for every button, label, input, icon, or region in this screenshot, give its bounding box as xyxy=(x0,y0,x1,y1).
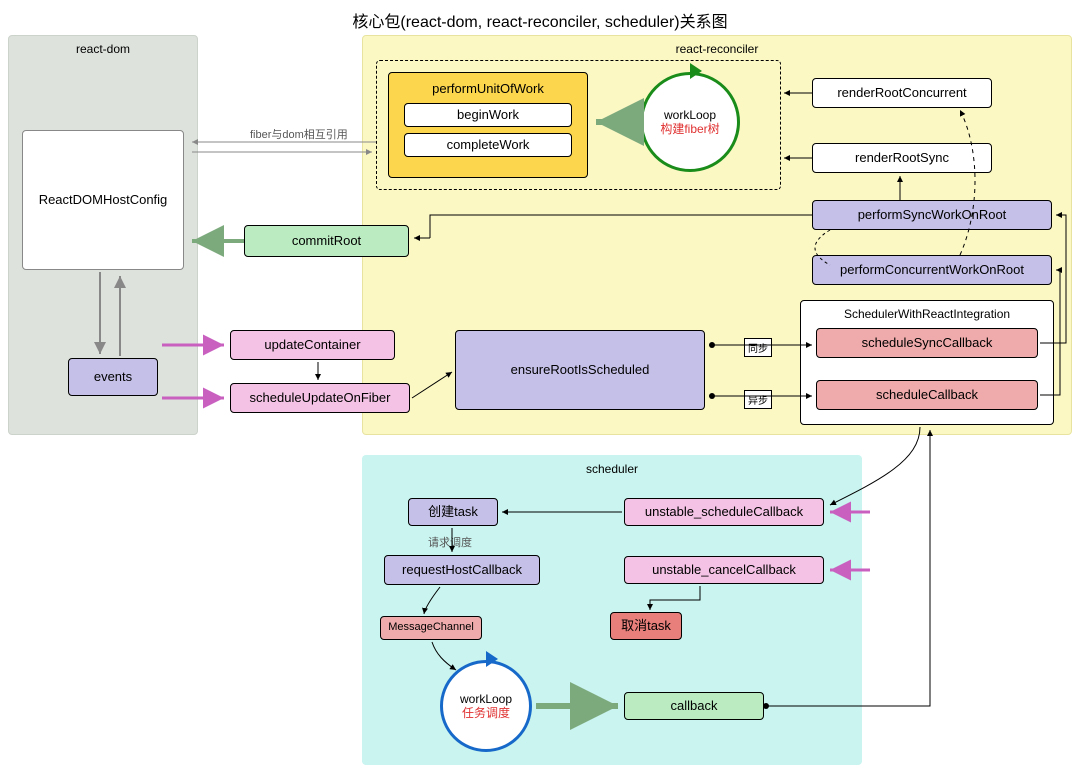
node-complete-work: completeWork xyxy=(404,133,572,157)
label-perform-unit-of-work: performUnitOfWork xyxy=(432,81,544,97)
panel-react-dom-label: react-dom xyxy=(9,42,197,56)
node-perform-concurrent-work-on-root: performConcurrentWorkOnRoot xyxy=(812,255,1052,285)
node-request-host-callback: requestHostCallback xyxy=(384,555,540,585)
node-react-dom-host-config: ReactDOMHostConfig xyxy=(22,130,184,270)
panel-scheduler-label: scheduler xyxy=(363,462,861,476)
node-render-root-sync: renderRootSync xyxy=(812,143,992,173)
node-cancel-task: 取消task xyxy=(610,612,682,640)
panel-react-reconciler-label: react-reconciler xyxy=(363,42,1071,56)
tag-sync: 同步 xyxy=(744,338,772,357)
node-workloop-scheduler-label: workLoop xyxy=(460,692,512,706)
tag-async: 异步 xyxy=(744,390,772,409)
node-create-task: 创建task xyxy=(408,498,498,526)
node-schedule-sync-callback: scheduleSyncCallback xyxy=(816,328,1038,358)
node-workloop-scheduler-sub: 任务调度 xyxy=(462,706,510,720)
label-request-schedule: 请求调度 xyxy=(428,534,472,550)
node-ensure-root-is-scheduled: ensureRootIsScheduled xyxy=(455,330,705,410)
node-workloop-scheduler: workLoop 任务调度 xyxy=(440,660,532,752)
workloop-scheduler-triangle-icon xyxy=(486,651,498,667)
node-perform-unit-of-work: performUnitOfWork beginWork completeWork xyxy=(388,72,588,178)
node-perform-sync-work-on-root: performSyncWorkOnRoot xyxy=(812,200,1052,230)
node-commit-root: commitRoot xyxy=(244,225,409,257)
node-unstable-schedule-callback: unstable_scheduleCallback xyxy=(624,498,824,526)
node-workloop-fiber: workLoop 构建fiber树 xyxy=(640,72,740,172)
workloop-fiber-triangle-icon xyxy=(690,63,702,79)
node-workloop-fiber-sub: 构建fiber树 xyxy=(660,122,719,136)
node-schedule-callback: scheduleCallback xyxy=(816,380,1038,410)
node-events: events xyxy=(68,358,158,396)
node-message-channel: MessageChannel xyxy=(380,616,482,640)
node-schedule-update-on-fiber: scheduleUpdateOnFiber xyxy=(230,383,410,413)
node-update-container: updateContainer xyxy=(230,330,395,360)
diagram-title: 核心包(react-dom, react-reconciler, schedul… xyxy=(0,8,1080,32)
node-render-root-concurrent: renderRootConcurrent xyxy=(812,78,992,108)
node-workloop-fiber-label: workLoop xyxy=(664,108,716,122)
label-fiber-dom-ref: fiber与dom相互引用 xyxy=(250,126,348,142)
node-begin-work: beginWork xyxy=(404,103,572,127)
node-unstable-cancel-callback: unstable_cancelCallback xyxy=(624,556,824,584)
node-callback: callback xyxy=(624,692,764,720)
group-swri-label: SchedulerWithReactIntegration xyxy=(844,307,1010,321)
